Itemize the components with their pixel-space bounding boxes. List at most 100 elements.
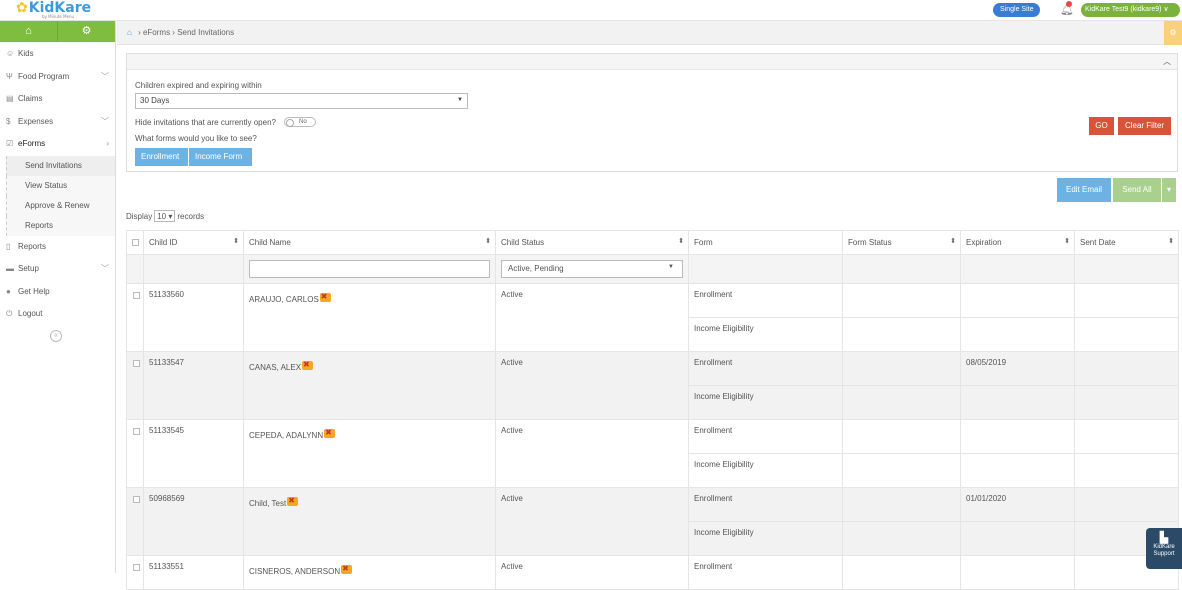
form-status [842,487,961,522]
sidebar-item-kids[interactable]: ☺ Kids [0,43,115,66]
collapse-sidebar-icon[interactable]: « [50,329,62,342]
expiration-date [960,385,1075,420]
form-status [842,521,961,556]
kidkare-support-button[interactable]: ▙ KidKare Support [1146,528,1182,569]
child-id: 51133545 [143,419,244,488]
expiration-date: 01/01/2020 [960,487,1075,522]
child-status-filter-select[interactable]: Active, Pending ▼ [501,260,683,278]
dollar-icon: $ [6,116,11,126]
form-name: Enrollment [688,351,843,386]
header-child-id[interactable]: Child ID ⬍ [143,230,244,255]
header-sent-date[interactable]: Sent Date ⬍ [1074,230,1179,255]
checkbox-icon: ☑ [6,139,14,148]
hide-open-label: Hide invitations that are currently open… [135,118,276,127]
filter-panel: ︿ Children expired and expiring within 3… [126,53,1178,172]
sent-date [1074,385,1179,420]
sidebar-sub-reports[interactable]: Reports [6,215,115,236]
child-name-filter-input[interactable] [249,260,490,278]
expiring-label: Children expired and expiring within [135,81,262,90]
expiration-date [960,453,1075,488]
breadcrumb: ⌂ › eForms › Send Invitations ⚙ [117,21,1182,45]
sent-date [1074,283,1179,318]
expiration-date [960,419,1075,454]
forms-label: What forms would you like to see? [135,134,257,143]
sidebar-item-food-program[interactable]: Ψ Food Program ﹀ [0,66,115,89]
kidkare-logo[interactable]: ✿KidKare by Minute Menu [16,0,91,19]
header-child-status[interactable]: Child Status ⬍ [495,230,689,255]
settings-gear-icon[interactable]: ⚙ [1164,21,1182,45]
collapse-panel-icon[interactable]: ︿ [1163,56,1171,67]
sidebar-item-logout[interactable]: ⏻ Logout [0,303,115,326]
row-checkbox[interactable] [126,283,144,352]
help-icon: ● [6,286,11,296]
sent-date [1074,453,1179,488]
header-form[interactable]: Form [688,230,843,255]
remove-icon[interactable] [319,292,331,302]
form-name: Income Eligibility [688,385,843,420]
bell-icon[interactable]: 🔔︎ [1060,1,1074,16]
invitations-table: Child ID ⬍ Child Name ⬍ Child Status ⬍ Form… [126,230,1179,590]
breadcrumb-eforms[interactable]: eForms [143,28,170,37]
child-name: CEPEDA, ADALYNN [243,419,496,488]
header-form-status[interactable]: Form Status ⬍ [842,230,961,255]
go-button[interactable]: GO [1089,117,1114,135]
child-name: Child, Test [243,487,496,556]
remove-icon[interactable] [324,428,336,438]
form-name: Enrollment [688,283,843,318]
briefcase-icon: ▬ [6,264,14,273]
edit-email-button[interactable]: Edit Email [1057,178,1111,202]
form-name: Income Eligibility [688,317,843,352]
select-all-checkbox[interactable] [126,230,144,255]
sidebar-sub-send-invitations[interactable]: Send Invitations [6,155,115,176]
top-bar: ✿KidKare by Minute Menu Single Site 🔔︎ Ki… [0,0,1182,21]
row-checkbox[interactable] [126,351,144,420]
row-checkbox[interactable] [126,419,144,488]
remove-icon[interactable] [302,360,314,370]
home-icon[interactable]: ⌂ [127,28,132,37]
form-status [842,283,961,318]
header-child-name[interactable]: Child Name ⬍ [243,230,496,255]
sent-date [1074,317,1179,352]
home-icon[interactable]: ⌂ [0,21,57,42]
table-row: 51133545CEPEDA, ADALYNNActiveEnrollment [126,419,1179,488]
remove-icon[interactable] [287,496,299,506]
single-site-button[interactable]: Single Site [993,3,1041,17]
sidebar-item-expenses[interactable]: $ Expenses ﹀ [0,111,115,134]
table-row: 51133560ARAUJO, CARLOSActiveEnrollment [126,283,1179,352]
enrollment-filter-button[interactable]: Enrollment [135,148,188,166]
child-status: Active [495,351,689,420]
sent-date [1074,351,1179,386]
send-all-dropdown-icon[interactable]: ▾ [1162,178,1176,202]
sidebar-item-setup[interactable]: ▬ Setup ﹀ [0,258,115,281]
row-checkbox[interactable] [126,487,144,556]
table-row: 50968569Child, TestActiveEnrollment 01/01… [126,487,1179,556]
income-form-filter-button[interactable]: Income Form [189,148,252,166]
form-name: Income Eligibility [688,521,843,556]
breadcrumb-current: Send Invitations [177,28,235,37]
sidebar-sub-view-status[interactable]: View Status [6,175,115,196]
user-menu-button[interactable]: KidKare Test9 (kidkare9) ∨ [1081,3,1180,17]
hide-open-toggle[interactable]: No [284,117,316,127]
sidebar-item-claims[interactable]: ▤ Claims [0,88,115,111]
expiration-date: 08/05/2019 [960,351,1075,386]
sidebar-item-eforms[interactable]: ☑ eForms › [0,133,115,156]
sent-date [1074,419,1179,454]
clear-filter-button[interactable]: Clear Filter [1118,117,1171,135]
expiration-date [960,521,1075,556]
records-select[interactable]: 10 ▾ [154,210,176,222]
sidebar-item-get-help[interactable]: ● Get Help [0,281,115,304]
sidebar-item-reports[interactable]: ▯ Reports [0,236,115,259]
header-expiration[interactable]: Expiration ⬍ [960,230,1075,255]
send-all-button[interactable]: Send All [1113,178,1161,202]
expiring-select[interactable]: 30 Days ▼ [135,93,468,109]
child-id: 51133547 [143,351,244,420]
child-id: 50968569 [143,487,244,556]
records-per-page: Display 10 ▾ records [126,210,205,222]
form-name: Enrollment [688,419,843,454]
sidebar: ⌂ ⚙ ☺ Kids Ψ Food Program ﹀ ▤ Claims $ Expens… [0,21,116,573]
child-name: CANAS, ALEX [243,351,496,420]
sent-date [1074,487,1179,522]
sidebar-sub-approve-renew[interactable]: Approve & Renew [6,195,115,216]
gears-icon[interactable]: ⚙ [57,21,115,42]
form-status [842,419,961,454]
